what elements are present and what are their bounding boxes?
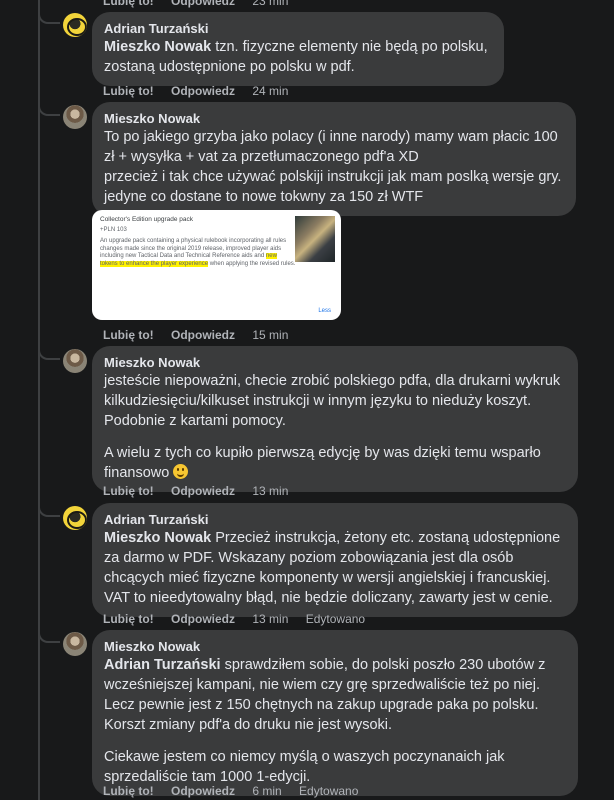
comment-paragraph: Adrian Turzański sprawdziłem sobie, do p…	[104, 655, 566, 735]
timestamp[interactable]: 24 min	[252, 84, 288, 98]
less-link: Less	[318, 308, 331, 314]
product-thumbnail	[295, 216, 335, 262]
comment-bubble: Adrian Turzański Mieszko Nowak tzn. fizy…	[92, 12, 504, 86]
comment-text: To po jakiego grzyba jako polacy (i inne…	[104, 129, 562, 205]
edited-label[interactable]: Edytowano	[299, 784, 358, 798]
attachment-image[interactable]: Collector's Edition upgrade pack +PLN 10…	[92, 210, 341, 320]
comment-bubble: Mieszko Nowak Adrian Turzański sprawdził…	[92, 630, 578, 796]
thread-branch	[38, 501, 60, 517]
thread-branch	[38, 100, 60, 116]
thread-branch	[38, 627, 60, 643]
mention-link[interactable]: Mieszko Nowak	[104, 39, 211, 55]
comment-text: Mieszko Nowak tzn. fizyczne elementy nie…	[104, 37, 492, 77]
comment-actions: Lubię to! Odpowiedz 15 min	[103, 328, 302, 342]
like-button[interactable]: Lubię to!	[103, 612, 154, 626]
comment-actions: Lubię to! Odpowiedz 13 min Edytowano	[103, 612, 379, 626]
mention-link[interactable]: Adrian Turzański	[104, 657, 221, 673]
avatar[interactable]	[63, 349, 87, 373]
thread-branch	[38, 344, 60, 360]
timestamp[interactable]: 13 min	[252, 612, 288, 626]
comment-text: jesteście niepoważni, checie zrobić pols…	[104, 371, 566, 483]
reply-button[interactable]: Odpowiedz	[171, 84, 235, 98]
comment-author[interactable]: Mieszko Nowak	[104, 110, 564, 127]
comment-author[interactable]: Adrian Turzański	[104, 20, 492, 37]
comment-actions: Lubię to! Odpowiedz 6 min Edytowano	[103, 784, 372, 798]
comment-text: Adrian Turzański sprawdziłem sobie, do p…	[104, 655, 566, 787]
mention-link[interactable]: Mieszko Nowak	[104, 530, 211, 546]
like-button[interactable]: Lubię to!	[103, 784, 154, 798]
comment-bubble: Mieszko Nowak jesteście niepoważni, chec…	[92, 346, 578, 492]
attachment-text: Collector's Edition upgrade pack +PLN 10…	[100, 216, 296, 269]
attachment-price: +PLN 103	[100, 226, 127, 233]
avatar[interactable]	[63, 105, 87, 129]
timestamp[interactable]: 6 min	[252, 784, 281, 798]
comment-paragraph: A wielu z tych co kupiło pierwszą edycję…	[104, 443, 566, 483]
like-button[interactable]: Lubię to!	[103, 84, 154, 98]
thread-line	[38, 0, 40, 800]
comment-author[interactable]: Mieszko Nowak	[104, 638, 566, 655]
comment-author[interactable]: Adrian Turzański	[104, 511, 566, 528]
avatar[interactable]	[63, 13, 87, 37]
comment-bubble: Adrian Turzański Mieszko Nowak Przecież …	[92, 503, 578, 617]
comment-actions: Lubię to! Odpowiedz 13 min	[103, 484, 302, 498]
avatar[interactable]	[63, 632, 87, 656]
like-button[interactable]: Lubię to!	[103, 0, 154, 8]
reply-button[interactable]: Odpowiedz	[171, 0, 235, 8]
attachment-body: An upgrade pack containing a physical ru…	[100, 238, 287, 260]
comment-author[interactable]: Mieszko Nowak	[104, 354, 566, 371]
edited-label[interactable]: Edytowano	[306, 612, 365, 626]
timestamp[interactable]: 15 min	[252, 328, 288, 342]
reply-button[interactable]: Odpowiedz	[171, 484, 235, 498]
reply-button[interactable]: Odpowiedz	[171, 784, 235, 798]
attachment-body-end: when applying the revised rules.	[208, 260, 296, 267]
reply-button[interactable]: Odpowiedz	[171, 328, 235, 342]
timestamp[interactable]: 13 min	[252, 484, 288, 498]
smiley-emoji-icon	[173, 464, 189, 479]
timestamp[interactable]: 23 min	[252, 0, 288, 8]
comment-actions-previous: Lubię to! Odpowiedz 23 min	[103, 0, 302, 8]
thread-branch	[38, 8, 60, 24]
comment-bubble: Mieszko Nowak To po jakiego grzyba jako …	[92, 102, 576, 216]
avatar[interactable]	[63, 506, 87, 530]
reply-button[interactable]: Odpowiedz	[171, 612, 235, 626]
comment-text: Mieszko Nowak Przecież instrukcja, żeton…	[104, 528, 566, 608]
comment-paragraph: jesteście niepoważni, checie zrobić pols…	[104, 373, 561, 429]
comment-paragraph-text: A wielu z tych co kupiło pierwszą edycję…	[104, 445, 541, 481]
attachment-title: Collector's Edition upgrade pack	[100, 216, 194, 223]
comment-actions: Lubię to! Odpowiedz 24 min	[103, 84, 302, 98]
like-button[interactable]: Lubię to!	[103, 328, 154, 342]
like-button[interactable]: Lubię to!	[103, 484, 154, 498]
comment-paragraph: Ciekawe jestem co niemcy myślą o waszych…	[104, 749, 505, 785]
